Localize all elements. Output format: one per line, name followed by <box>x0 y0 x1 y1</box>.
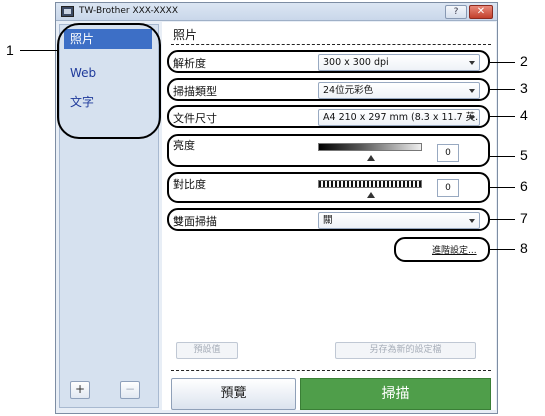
remove-profile-button[interactable]: − <box>120 381 140 399</box>
resolution-select[interactable]: 300 x 300 dpi <box>318 54 480 71</box>
callout-number: 4 <box>520 107 528 123</box>
document-size-select[interactable]: A4 210 x 297 mm (8.3 x 11.7 英... <box>318 109 480 126</box>
callout-number: 7 <box>520 210 528 226</box>
resolution-value: 300 x 300 dpi <box>323 57 389 68</box>
document-size-label: 文件尺寸 <box>173 112 217 125</box>
divider <box>171 370 491 371</box>
advanced-settings-link[interactable]: 進階設定... <box>432 243 477 256</box>
callout-number: 8 <box>520 240 528 256</box>
callout-line <box>490 219 515 220</box>
scan-button[interactable]: 掃描 <box>300 378 491 410</box>
title-bar: TW-Brother XXX-XXXX ? ✕ <box>56 3 497 21</box>
brightness-slider-thumb[interactable] <box>367 155 375 161</box>
callout-number: 1 <box>6 42 14 58</box>
contrast-slider-track[interactable] <box>318 180 422 188</box>
callout-line <box>490 62 515 63</box>
section-title: 照片 <box>173 28 198 42</box>
callout-line <box>490 116 515 117</box>
document-size-value: A4 210 x 297 mm (8.3 x 11.7 英... <box>323 112 480 123</box>
chevron-down-icon <box>469 116 475 120</box>
contrast-value-field[interactable]: 0 <box>437 179 459 197</box>
chevron-down-icon <box>469 219 475 223</box>
save-as-new-profile-button[interactable]: 另存為新的設定檔 <box>335 342 476 359</box>
resolution-label: 解析度 <box>173 57 206 70</box>
close-button[interactable]: ✕ <box>469 5 493 19</box>
callout-number: 5 <box>520 147 528 163</box>
chevron-down-icon <box>469 89 475 93</box>
callout-number: 3 <box>520 80 528 96</box>
callout-line <box>490 156 515 157</box>
contrast-slider-thumb[interactable] <box>367 192 375 198</box>
brightness-value-field[interactable]: 0 <box>437 144 459 162</box>
scan-type-label: 掃描類型 <box>173 85 217 98</box>
divider <box>171 44 491 45</box>
callout-number: 6 <box>520 178 528 194</box>
chevron-down-icon <box>469 61 475 65</box>
scan-type-value: 24位元彩色 <box>323 85 374 96</box>
duplex-select[interactable]: 關 <box>318 212 480 229</box>
add-profile-button[interactable]: + <box>70 381 90 399</box>
callout-line <box>490 187 515 188</box>
help-button[interactable]: ? <box>445 5 467 19</box>
callout-line <box>490 89 515 90</box>
callout-number: 2 <box>520 53 528 69</box>
preview-button[interactable]: 預覽 <box>171 378 296 410</box>
scan-type-select[interactable]: 24位元彩色 <box>318 82 480 99</box>
callout-highlight-sidebar <box>57 23 161 139</box>
window-title: TW-Brother XXX-XXXX <box>79 6 178 16</box>
default-button[interactable]: 預設值 <box>176 342 238 359</box>
contrast-label: 對比度 <box>173 178 206 191</box>
callout-line <box>490 249 515 250</box>
brightness-label: 亮度 <box>173 139 195 152</box>
app-icon <box>61 6 74 17</box>
callout-line <box>20 50 58 51</box>
duplex-value: 關 <box>323 215 333 226</box>
duplex-label: 雙面掃描 <box>173 215 217 228</box>
brightness-slider-track[interactable] <box>318 143 422 151</box>
